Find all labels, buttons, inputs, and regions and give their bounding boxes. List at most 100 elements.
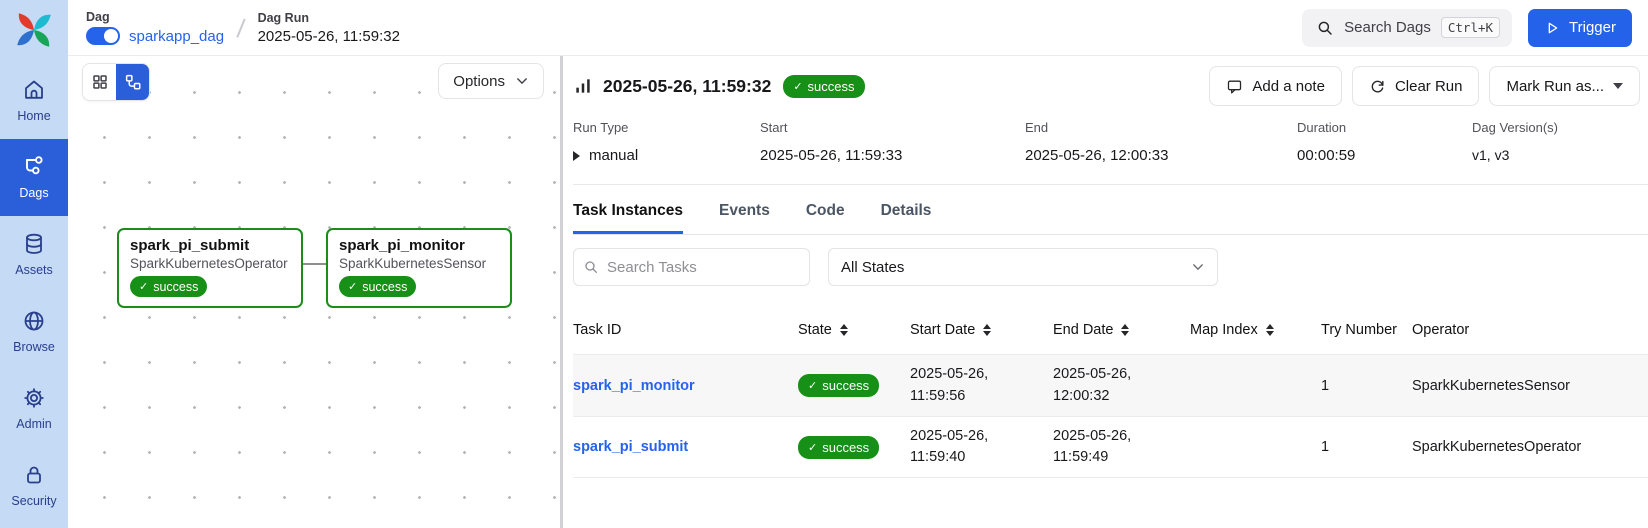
bar-chart-icon	[573, 76, 593, 96]
globe-icon	[22, 309, 46, 333]
home-icon	[22, 78, 46, 102]
task-id-link[interactable]: spark_pi_submit	[573, 439, 688, 455]
task-node-title: spark_pi_monitor	[339, 237, 499, 254]
sidebar-item-label: Dags	[19, 186, 48, 200]
search-tasks-input[interactable]	[573, 248, 810, 286]
sidebar-item-dags[interactable]: Dags	[0, 139, 68, 216]
table-row[interactable]: spark_pi_submit ✓success 2025-05-26, 11:…	[573, 416, 1648, 478]
mark-run-as-button[interactable]: Mark Run as...	[1489, 66, 1640, 106]
end-date-cell: 2025-05-26, 11:59:49	[1053, 426, 1190, 468]
task-filters: All States	[573, 248, 1648, 286]
meta-value: v1, v3	[1472, 147, 1648, 163]
task-node-operator: SparkKubernetesSensor	[339, 256, 499, 271]
search-dags-button[interactable]: Search Dags Ctrl+K	[1302, 9, 1512, 47]
sidebar-item-label: Security	[11, 494, 56, 508]
dag-label: Dag	[86, 10, 224, 24]
column-map-index[interactable]: Map Index	[1190, 322, 1321, 338]
task-instances-table: Task ID State Start Date End Date Map In…	[573, 306, 1648, 478]
sidebar-item-home[interactable]: Home	[0, 62, 68, 139]
meta-value[interactable]: manual	[573, 147, 760, 164]
sidebar-item-security[interactable]: Security	[0, 447, 68, 524]
breadcrumb-separator	[236, 18, 245, 37]
run-meta: Run Type manual Start 2025-05-26, 11:59:…	[573, 120, 1648, 185]
sidebar-item-label: Assets	[15, 263, 53, 277]
status-badge: ✓success	[798, 374, 879, 397]
meta-label: Duration	[1297, 120, 1472, 135]
tab-events[interactable]: Events	[719, 189, 770, 234]
meta-dag-versions: Dag Version(s) v1, v3	[1472, 120, 1648, 164]
table-row[interactable]: spark_pi_monitor ✓success 2025-05-26, 11…	[573, 354, 1648, 416]
run-actions: Add a note Clear Run Mark Run as...	[1209, 66, 1640, 106]
clear-run-button[interactable]: Clear Run	[1352, 66, 1480, 106]
trigger-label: Trigger	[1569, 19, 1616, 36]
try-number-cell: 1	[1321, 378, 1412, 394]
pinwheel-icon	[13, 9, 55, 51]
state-filter-select[interactable]: All States	[828, 248, 1218, 286]
dag-run-label: Dag Run	[258, 11, 400, 25]
sidebar-item-admin[interactable]: Admin	[0, 370, 68, 447]
search-shortcut: Ctrl+K	[1441, 17, 1500, 38]
add-note-button[interactable]: Add a note	[1209, 66, 1342, 106]
content: Options spark_pi_submit SparkKubernetesO…	[68, 56, 1648, 528]
sidebar-item-assets[interactable]: Assets	[0, 216, 68, 293]
task-node-spark-pi-monitor[interactable]: spark_pi_monitor SparkKubernetesSensor ✓…	[326, 228, 512, 308]
search-dags-label: Search Dags	[1344, 19, 1431, 36]
task-node-spark-pi-submit[interactable]: spark_pi_submit SparkKubernetesOperator …	[117, 228, 303, 308]
tab-code[interactable]: Code	[806, 189, 845, 234]
add-note-label: Add a note	[1252, 78, 1325, 95]
grid-icon	[91, 73, 109, 91]
dags-icon	[22, 155, 46, 179]
dag-pause-toggle[interactable]	[86, 27, 120, 45]
dag-run-name: 2025-05-26, 11:59:32	[258, 28, 400, 45]
view-toggle-group	[82, 63, 150, 101]
sort-icon[interactable]	[1266, 324, 1274, 337]
start-date-cell: 2025-05-26, 11:59:56	[910, 364, 1053, 406]
meta-duration: Duration 00:00:59	[1297, 120, 1472, 164]
column-start-date[interactable]: Start Date	[910, 322, 1053, 338]
tab-task-instances[interactable]: Task Instances	[573, 189, 683, 234]
options-button[interactable]: Options	[438, 63, 544, 99]
dag-name-link[interactable]: sparkapp_dag	[129, 28, 224, 45]
try-number-cell: 1	[1321, 439, 1412, 455]
database-icon	[22, 232, 46, 256]
column-end-date[interactable]: End Date	[1053, 322, 1190, 338]
run-status-badge: ✓ success	[783, 75, 864, 98]
sort-icon[interactable]	[1121, 324, 1129, 337]
search-icon	[1316, 19, 1334, 37]
lock-icon	[22, 463, 46, 487]
gear-icon	[22, 386, 46, 410]
breadcrumb-dag-run: Dag Run 2025-05-26, 11:59:32	[258, 11, 400, 45]
status-badge: ✓ success	[339, 276, 416, 297]
grid-view-button[interactable]	[83, 64, 116, 100]
graph-icon	[124, 73, 142, 91]
sort-icon[interactable]	[983, 324, 991, 337]
breadcrumb-dag: Dag sparkapp_dag	[86, 10, 224, 45]
run-title: 2025-05-26, 11:59:32	[603, 76, 771, 97]
sidebar-item-browse[interactable]: Browse	[0, 293, 68, 370]
check-icon: ✓	[348, 280, 357, 293]
trigger-button[interactable]: Trigger	[1528, 9, 1632, 47]
sort-icon[interactable]	[840, 324, 848, 337]
meta-label: Run Type	[573, 120, 760, 135]
topbar: Dag sparkapp_dag Dag Run 2025-05-26, 11:…	[68, 0, 1648, 56]
end-date-cell: 2025-05-26, 12:00:32	[1053, 364, 1190, 406]
run-detail-panel: 2025-05-26, 11:59:32 ✓ success Add a not…	[563, 56, 1648, 528]
state-filter-value: All States	[841, 259, 904, 276]
chevron-down-icon	[1191, 260, 1205, 274]
meta-label: Start	[760, 120, 1025, 135]
sidebar: Home Dags Assets Browse	[0, 0, 68, 528]
expand-triangle-icon	[573, 151, 580, 161]
airflow-logo[interactable]	[13, 0, 55, 62]
start-date-cell: 2025-05-26, 11:59:40	[910, 426, 1053, 468]
search-tasks-wrap	[573, 248, 810, 286]
task-edge	[303, 263, 326, 265]
graph-view-button[interactable]	[116, 64, 149, 100]
task-node-operator: SparkKubernetesOperator	[130, 256, 290, 271]
task-id-link[interactable]: spark_pi_monitor	[573, 378, 695, 394]
tab-details[interactable]: Details	[881, 189, 932, 234]
column-task-id[interactable]: Task ID	[573, 322, 798, 338]
meta-label: Dag Version(s)	[1472, 120, 1648, 135]
sidebar-item-label: Home	[17, 109, 50, 123]
dag-graph-panel: Options spark_pi_submit SparkKubernetesO…	[68, 56, 560, 528]
column-state[interactable]: State	[798, 322, 910, 338]
